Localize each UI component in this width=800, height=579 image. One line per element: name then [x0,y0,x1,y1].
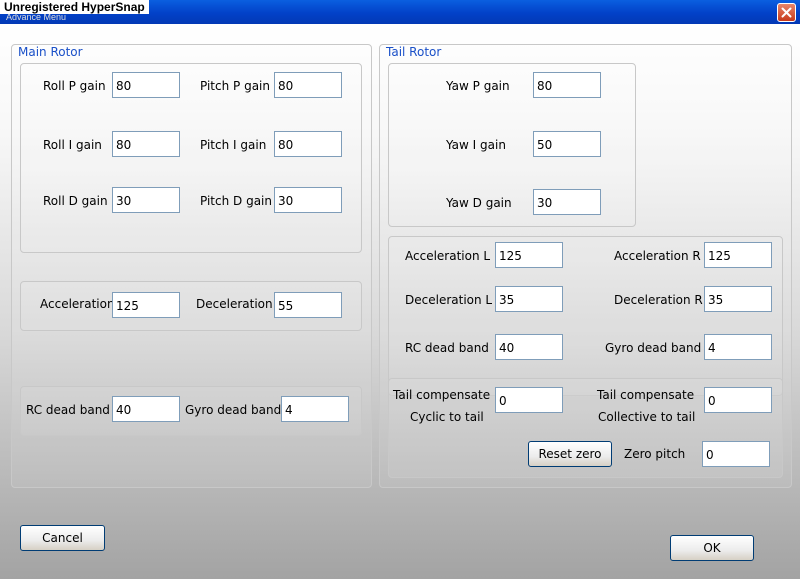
zero-pitch-field[interactable] [702,441,770,467]
rc-dead-band-field[interactable] [112,396,180,422]
close-icon [781,7,792,18]
rc-dead-band-label: RC dead band [26,403,110,417]
tail-gyro-dead-band-label: Gyro dead band [605,341,702,355]
watermark: Unregistered HyperSnap [0,0,149,14]
pitch-p-label: Pitch P gain [200,79,270,93]
roll-p-field[interactable] [112,72,180,98]
pitch-d-field[interactable] [274,187,342,213]
acceleration-label: Acceleration [40,297,115,311]
yaw-d-label: Yaw D gain [446,196,512,210]
tail-comp-cyclic-sublabel: Cyclic to tail [410,410,484,424]
cancel-button[interactable]: Cancel [20,525,105,551]
roll-d-label: Roll D gain [43,194,108,208]
pitch-i-label: Pitch I gain [200,138,267,152]
deceleration-r-label: Deceleration R [614,293,703,307]
yaw-i-label: Yaw I gain [446,138,506,152]
tail-comp-cyclic-label: Tail compensate [393,388,491,402]
acceleration-r-label: Acceleration R [614,249,701,263]
yaw-p-label: Yaw P gain [446,79,510,93]
roll-i-field[interactable] [112,131,180,157]
gyro-dead-band-field[interactable] [281,396,349,422]
close-button[interactable] [777,3,796,22]
roll-i-label: Roll I gain [43,138,102,152]
acceleration-r-field[interactable] [704,242,772,268]
pitch-p-field[interactable] [274,72,342,98]
acceleration-l-field[interactable] [495,242,563,268]
roll-p-label: Roll P gain [43,79,106,93]
pitch-i-field[interactable] [274,131,342,157]
tail-rc-dead-band-field[interactable] [495,334,563,360]
tail-comp-collective-field[interactable] [704,387,772,413]
tail-gyro-dead-band-field[interactable] [704,334,772,360]
yaw-d-field[interactable] [533,189,601,215]
deceleration-field[interactable] [274,292,342,318]
gyro-dead-band-label: Gyro dead band [185,403,282,417]
acceleration-l-label: Acceleration L [405,249,491,263]
tail-comp-collective-sublabel: Collective to tail [598,410,696,424]
zero-pitch-label: Zero pitch [624,447,686,461]
tail-rotor-title: Tail Rotor [386,45,442,59]
main-rotor-title: Main Rotor [18,45,83,59]
deceleration-l-label: Deceleration L [405,293,493,307]
ok-button[interactable]: OK [670,535,754,561]
title-bar: Advance Menu Unregistered HyperSnap [0,0,800,24]
deceleration-label: Deceleration [196,297,273,311]
roll-d-field[interactable] [112,187,180,213]
deceleration-l-field[interactable] [495,286,563,312]
pitch-d-label: Pitch D gain [200,194,272,208]
tail-rc-dead-band-label: RC dead band [405,341,489,355]
tail-comp-cyclic-field[interactable] [495,387,563,413]
tail-comp-collective-label: Tail compensate [597,388,695,402]
acceleration-field[interactable] [112,292,180,318]
yaw-p-field[interactable] [533,72,601,98]
reset-zero-button[interactable]: Reset zero [528,441,612,467]
dialog-body: Main Rotor Roll P gain Pitch P gain Roll… [0,24,800,579]
deceleration-r-field[interactable] [704,286,772,312]
yaw-i-field[interactable] [533,131,601,157]
